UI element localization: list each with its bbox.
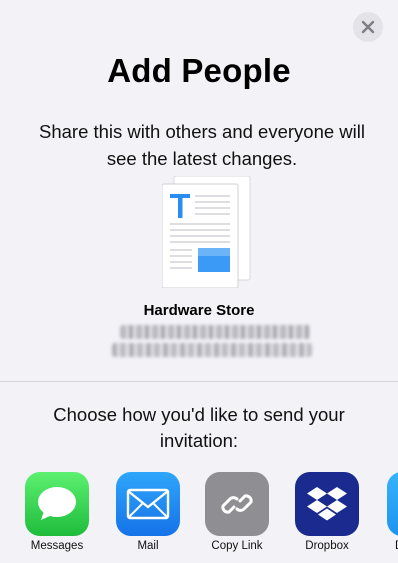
share-apps-row: Messages Mail Copy Link Dropbox <box>0 472 398 562</box>
document-name: Hardware Store <box>143 302 255 319</box>
text-document-icon <box>162 176 251 288</box>
messages-icon <box>25 472 89 536</box>
close-icon <box>361 20 375 34</box>
dropbox-icon <box>295 472 359 536</box>
app-icon <box>387 472 398 536</box>
app-messages[interactable]: Messages <box>12 472 102 552</box>
page-subtitle: Share this with others and everyone will… <box>39 121 365 169</box>
add-people-sheet: Add People Share this with others and ev… <box>0 0 398 563</box>
page-title: Add People <box>107 52 291 89</box>
divider <box>0 381 398 382</box>
app-dropbox[interactable]: Dropbox <box>282 472 372 552</box>
blurred-info-line <box>112 343 312 357</box>
app-label: Mail <box>137 540 159 552</box>
link-icon <box>205 472 269 536</box>
share-prompt: Choose how you'd like to send your invit… <box>53 404 345 451</box>
app-label: Messages <box>30 540 84 552</box>
blurred-info-line <box>120 325 310 339</box>
app-label: Dropbox <box>305 540 349 552</box>
close-button[interactable] <box>353 12 383 42</box>
mail-icon <box>116 472 180 536</box>
app-mail[interactable]: Mail <box>103 472 193 552</box>
app-partial[interactable]: D <box>375 472 398 552</box>
app-label: Copy Link <box>211 540 263 552</box>
app-copy-link[interactable]: Copy Link <box>192 472 282 552</box>
